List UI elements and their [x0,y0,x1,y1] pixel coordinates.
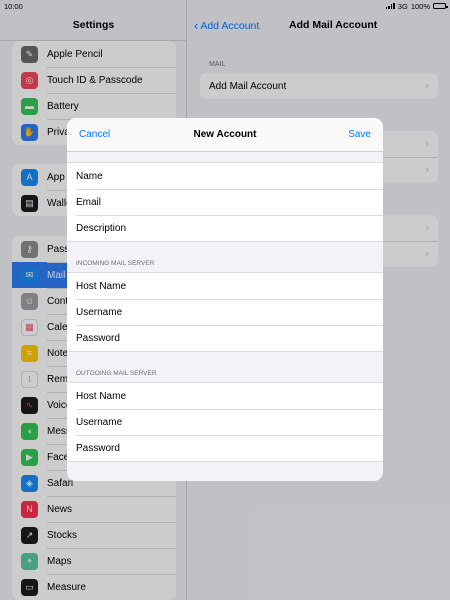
incoming-password-input[interactable] [76,332,383,344]
battery-percent: 100% [410,1,430,11]
save-button[interactable]: Save [348,129,371,140]
outgoing-password-input[interactable] [76,442,383,454]
outgoing-server-group [67,382,383,462]
incoming-username-input[interactable] [76,306,383,318]
outgoing-host-input[interactable] [76,390,383,402]
account-fields-group [67,162,383,242]
battery-status-icon [433,3,448,9]
modal-title: New Account [193,129,257,140]
status-indicators: 3G 100% [385,1,448,11]
outgoing-username-input[interactable] [76,416,383,428]
description-field[interactable] [67,215,383,241]
status-bar: 10:00 3G 100% [0,0,450,12]
incoming-host-input[interactable] [76,280,383,292]
outgoing-server-caption: OUTGOING MAIL SERVER [76,370,157,377]
name-field[interactable] [67,163,383,189]
signal-icon [385,3,395,9]
status-time: 10:00 [4,1,23,11]
network-label: 3G [397,1,408,11]
incoming-password-field[interactable] [67,325,383,351]
name-input[interactable] [76,170,383,182]
description-input[interactable] [76,222,383,234]
email-input[interactable] [76,196,383,208]
incoming-username-field[interactable] [67,299,383,325]
new-account-sheet: Cancel New Account Save INCOMING MAIL SE… [67,118,383,481]
incoming-server-group [67,272,383,352]
incoming-host-field[interactable] [67,273,383,299]
outgoing-username-field[interactable] [67,409,383,435]
outgoing-host-field[interactable] [67,383,383,409]
incoming-server-caption: INCOMING MAIL SERVER [76,260,155,267]
email-field[interactable] [67,189,383,215]
outgoing-password-field[interactable] [67,435,383,461]
modal-header: Cancel New Account Save [67,118,383,152]
